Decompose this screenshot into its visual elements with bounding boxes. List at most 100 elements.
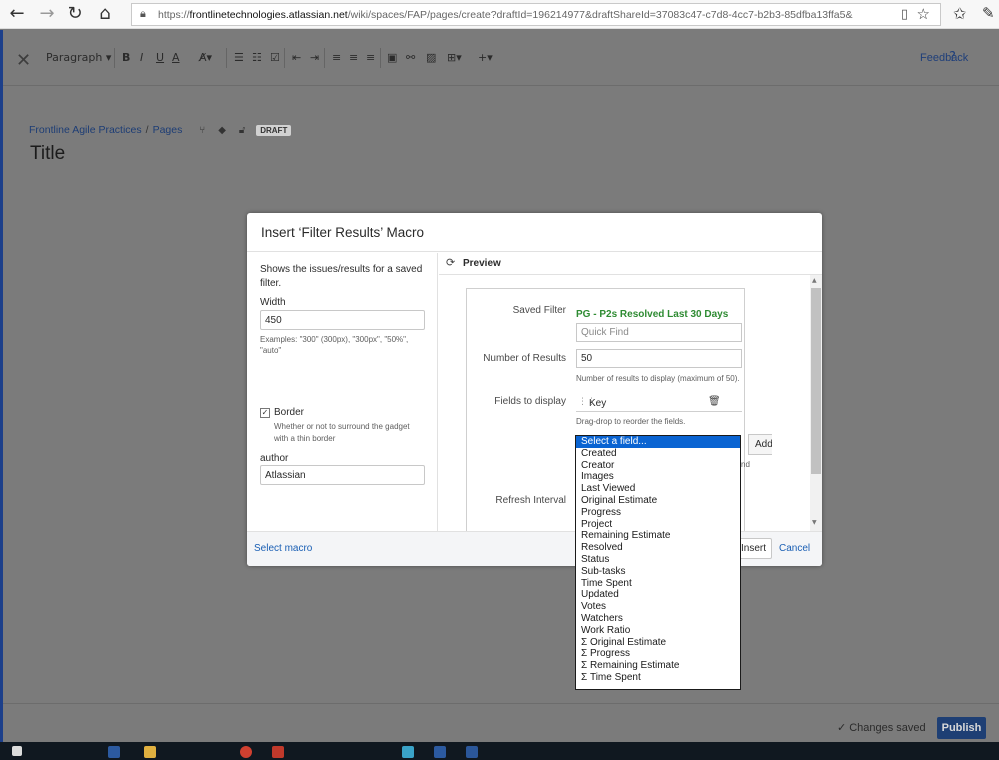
dropdown-option[interactable]: Creator (576, 460, 740, 472)
windows-start-icon[interactable] (12, 746, 22, 756)
address-bar[interactable]: 🔒︎ https://frontlinetechnologies.atlassi… (131, 3, 941, 26)
favorites-list-icon[interactable]: ✩ (953, 4, 966, 23)
restrictions-lock-icon[interactable]: 🔓︎ (239, 125, 245, 136)
number-of-results-label: Number of Results (483, 353, 566, 364)
width-input[interactable]: 450 (260, 310, 425, 330)
dropdown-option[interactable]: Progress (576, 507, 740, 519)
taskbar-chrome-icon[interactable] (240, 746, 252, 758)
favorite-star-icon[interactable]: ☆ (917, 5, 930, 23)
add-field-button[interactable]: Add (748, 434, 772, 455)
preview-scrollbar[interactable]: ▲ ▼ (810, 275, 822, 531)
check-circle-icon: ✓ (837, 721, 847, 734)
confluence-logo-icon[interactable]: ✕ (16, 50, 31, 71)
image-icon[interactable]: ▨ (426, 51, 436, 64)
dropdown-option[interactable]: Status (576, 554, 740, 566)
reading-view-icon[interactable]: ▯ (901, 7, 908, 22)
paragraph-style-dropdown[interactable]: Paragraph ▾ (46, 51, 111, 64)
web-note-icon[interactable]: ✎ (982, 4, 995, 22)
taskbar-app-icon[interactable] (108, 746, 120, 758)
home-icon[interactable]: ⌂ (94, 4, 116, 26)
dropdown-option[interactable]: Σ Remaining Estimate (576, 660, 740, 672)
link-icon[interactable]: ⚯ (406, 51, 415, 64)
field-key-label: Key (589, 398, 607, 409)
number-of-results-input[interactable]: 50 (576, 349, 742, 368)
breadcrumb: Frontline Agile Practices / Pages ⑂ ◆ 🔓︎ D… (29, 124, 292, 136)
bold-button[interactable]: B (122, 51, 130, 64)
dropdown-option[interactable]: Σ Time Spent (576, 672, 740, 684)
breadcrumb-pages-link[interactable]: Pages (153, 124, 183, 136)
toolbar-divider (324, 48, 325, 68)
dropdown-option[interactable]: Project (576, 519, 740, 531)
saved-filter-value[interactable]: PG - P2s Resolved Last 30 Days (576, 309, 728, 320)
taskbar-app-icon[interactable] (272, 746, 284, 758)
forward-arrow-icon[interactable]: → (36, 4, 58, 26)
taskbar-app-icon[interactable] (434, 746, 446, 758)
border-checkbox[interactable]: ✓ (260, 408, 270, 418)
refresh-icon[interactable]: ↻ (64, 4, 86, 26)
dropdown-option[interactable]: Watchers (576, 613, 740, 625)
publish-button[interactable]: Publish (937, 717, 986, 739)
author-input[interactable]: Atlassian (260, 465, 425, 485)
page-tree-icon[interactable]: ⑂ (199, 125, 205, 136)
quick-find-input[interactable]: Quick Find (576, 323, 742, 342)
outdent-icon[interactable]: ⇤ (292, 51, 301, 64)
dialog-title: Insert ‘Filter Results’ Macro (261, 225, 425, 240)
taskbar-app-icon[interactable] (402, 746, 414, 758)
scroll-down-icon[interactable]: ▼ (812, 519, 817, 526)
indent-icon[interactable]: ⇥ (310, 51, 319, 64)
dropdown-option[interactable]: Time Spent (576, 578, 740, 590)
dropdown-option[interactable]: Votes (576, 601, 740, 613)
lock-icon: 🔒︎ (140, 7, 146, 20)
dropdown-option[interactable]: Select a field... (576, 436, 740, 448)
dropdown-option[interactable]: Original Estimate (576, 495, 740, 507)
field-select-dropdown[interactable]: Select a field... Created Creator Images Las… (575, 435, 741, 690)
dropdown-option[interactable]: Σ Original Estimate (576, 637, 740, 649)
select-macro-link[interactable]: Select macro (254, 543, 312, 554)
cancel-link[interactable]: Cancel (779, 543, 810, 554)
taskbar-folder-icon[interactable] (144, 746, 156, 758)
label-tag-icon[interactable]: ◆ (218, 125, 226, 136)
text-color-button[interactable]: A (172, 51, 180, 64)
feedback-link[interactable]: Feedback (920, 52, 968, 64)
scroll-thumb[interactable] (811, 288, 821, 474)
page-title[interactable]: Title (30, 143, 65, 165)
align-left-icon[interactable]: ≡ (332, 51, 341, 64)
dropdown-option[interactable]: Last Viewed (576, 483, 740, 495)
underline-button[interactable]: U (156, 51, 164, 64)
field-row-key[interactable]: ⋮⋮ Key 🗑︎ (576, 395, 742, 412)
refresh-preview-icon[interactable]: ⟳ (446, 256, 455, 269)
browser-toolbar: ← → ↻ ⌂ 🔒︎ https://frontlinetechnologies… (0, 0, 999, 29)
number-of-results-hint: Number of results to display (maximum of… (576, 374, 740, 383)
scroll-up-icon[interactable]: ▲ (812, 277, 817, 284)
bullet-list-icon[interactable]: ☰ (234, 51, 244, 64)
dropdown-option[interactable]: Sub-tasks (576, 566, 740, 578)
numbered-list-icon[interactable]: ☷ (252, 51, 262, 64)
layout-icon[interactable]: ▣ (387, 51, 397, 64)
table-icon[interactable]: ⊞▾ (447, 51, 462, 64)
dropdown-option[interactable]: Remaining Estimate (576, 530, 740, 542)
trash-icon[interactable]: 🗑︎ (708, 396, 721, 407)
os-taskbar (0, 742, 999, 760)
insert-more-icon[interactable]: +▾ (478, 51, 493, 64)
breadcrumb-space-link[interactable]: Frontline Agile Practices (29, 124, 142, 136)
back-arrow-icon[interactable]: ← (6, 4, 28, 26)
dropdown-option[interactable]: Σ Progress (576, 648, 740, 660)
toolbar-divider (380, 48, 381, 68)
dropdown-option[interactable]: Created (576, 448, 740, 460)
dropdown-option[interactable]: Work Ratio (576, 625, 740, 637)
macro-description: Shows the issues/results for a saved fil… (260, 264, 423, 289)
help-icon[interactable]: ? (949, 50, 956, 65)
taskbar-word-icon[interactable] (466, 746, 478, 758)
align-center-icon[interactable]: ≡ (349, 51, 358, 64)
dropdown-option[interactable]: Images (576, 471, 740, 483)
dropdown-option[interactable]: Updated (576, 589, 740, 601)
align-right-icon[interactable]: ≡ (366, 51, 375, 64)
italic-button[interactable]: I (140, 51, 143, 64)
dropdown-option[interactable]: Resolved (576, 542, 740, 554)
fields-to-display-label: Fields to display (494, 396, 566, 407)
preview-header: ⟳ Preview (439, 253, 822, 275)
truncated-hint-text: nd (741, 460, 750, 469)
more-formatting-icon[interactable]: A̸▾ (199, 51, 212, 64)
dialog-header: Insert ‘Filter Results’ Macro (247, 213, 822, 252)
task-list-icon[interactable]: ☑ (270, 51, 280, 64)
